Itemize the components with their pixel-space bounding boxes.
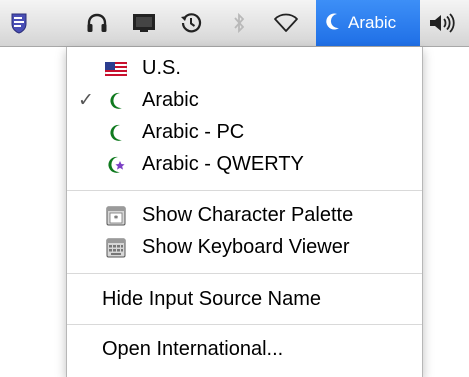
menu-bar: Arabic (0, 0, 469, 47)
menu-item-label: Arabic - QWERTY (142, 152, 304, 175)
menu-item-arabic-qwerty[interactable]: Arabic - QWERTY (67, 148, 422, 180)
menu-item-hide-input-source-name[interactable]: Hide Input Source Name (67, 283, 422, 315)
menu-separator (67, 324, 422, 325)
menu-item-label: Show Keyboard Viewer (142, 235, 350, 258)
keyboard-viewer-icon (105, 237, 127, 259)
time-machine-icon[interactable] (178, 0, 204, 46)
character-palette-icon: * (105, 205, 127, 227)
input-source-dropdown: U.S. ✓ Arabic Arabic - PC Arabic - QWERT… (66, 47, 423, 377)
menu-item-label: Arabic (142, 88, 199, 111)
crescent-icon (105, 90, 127, 112)
menu-item-open-international[interactable]: Open International... (67, 333, 422, 365)
menu-item-show-character-palette[interactable]: * Show Character Palette (67, 199, 422, 231)
menu-separator (67, 273, 422, 274)
crescent-icon (105, 122, 127, 144)
menu-item-show-keyboard-viewer[interactable]: Show Keyboard Viewer (67, 231, 422, 263)
menu-item-arabic-pc[interactable]: Arabic - PC (67, 116, 422, 148)
crescent-star-icon (105, 154, 127, 176)
svg-text:*: * (114, 215, 119, 225)
menu-item-label: U.S. (142, 56, 181, 79)
menu-item-label: Open International... (102, 337, 284, 360)
input-source-menu[interactable]: Arabic (316, 0, 420, 46)
menu-item-arabic[interactable]: ✓ Arabic (67, 84, 422, 116)
menu-item-label: Hide Input Source Name (102, 287, 322, 310)
crescent-icon (324, 11, 342, 36)
menu-item-label: Show Character Palette (142, 203, 354, 226)
display-icon[interactable] (130, 0, 158, 46)
menu-item-label: Arabic - PC (142, 120, 245, 143)
script-menu-icon[interactable] (6, 0, 32, 46)
volume-icon[interactable] (426, 0, 458, 46)
headphones-icon[interactable] (84, 0, 110, 46)
us-flag-icon (105, 58, 127, 80)
wifi-icon[interactable] (271, 0, 301, 46)
menu-item-us[interactable]: U.S. (67, 52, 422, 84)
checkmark-icon: ✓ (78, 89, 94, 111)
input-source-label: Arabic (348, 13, 397, 32)
bluetooth-icon[interactable] (228, 0, 250, 46)
menu-separator (67, 190, 422, 191)
